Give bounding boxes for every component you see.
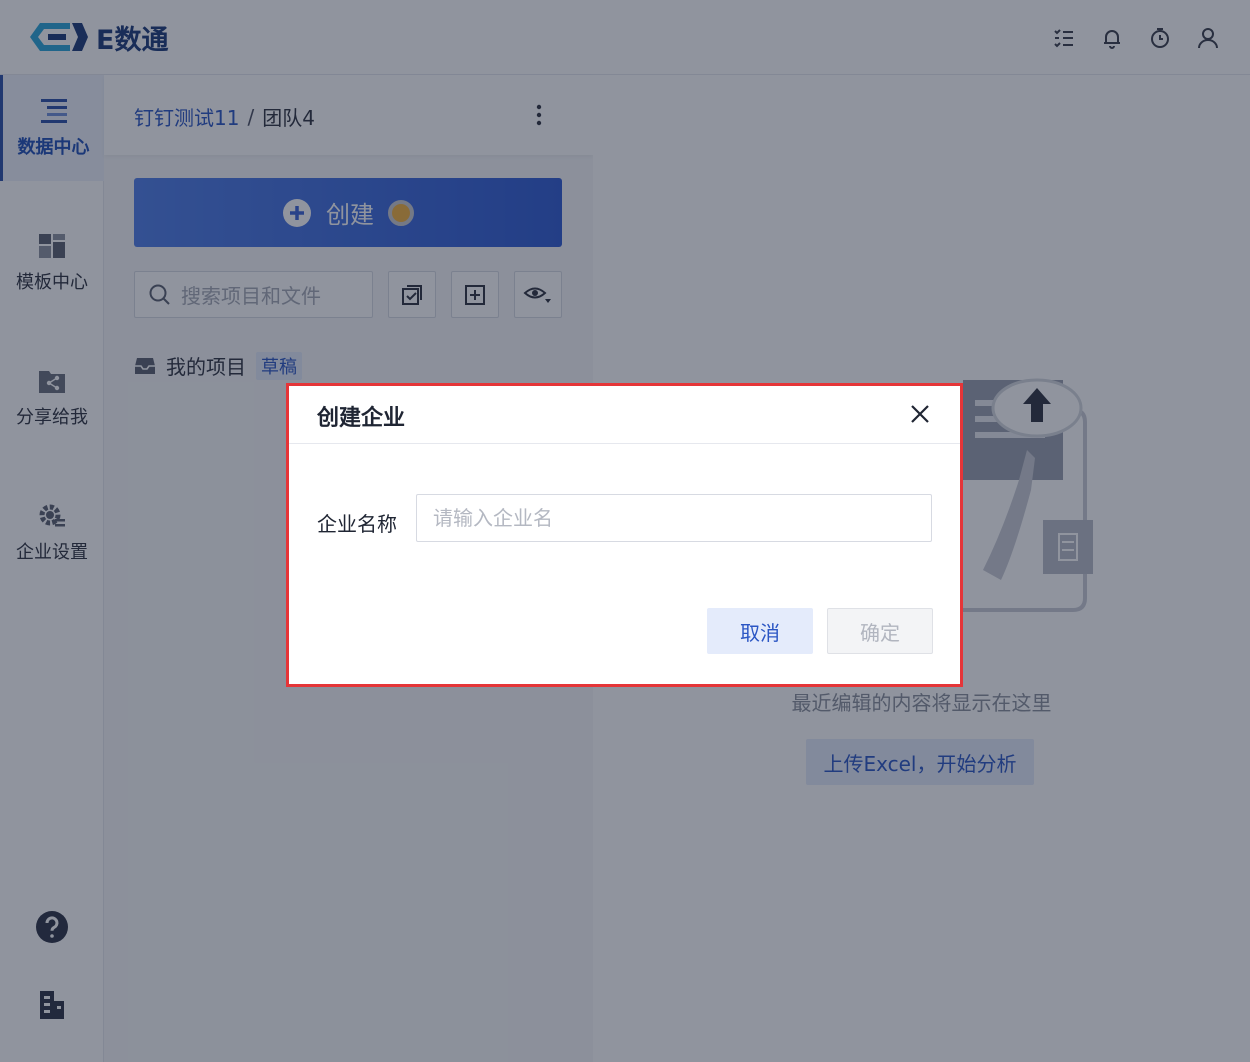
enterprise-name-input[interactable] [416,494,932,542]
dialog-header: 创建企业 [289,386,960,444]
enterprise-name-label: 企业名称 [317,512,397,536]
close-icon[interactable] [908,402,932,426]
dialog-title: 创建企业 [317,406,406,431]
confirm-button[interactable]: 确定 [827,608,933,654]
cancel-button[interactable]: 取消 [707,608,813,654]
create-enterprise-dialog: 创建企业 企业名称 取消 确定 [286,383,963,687]
